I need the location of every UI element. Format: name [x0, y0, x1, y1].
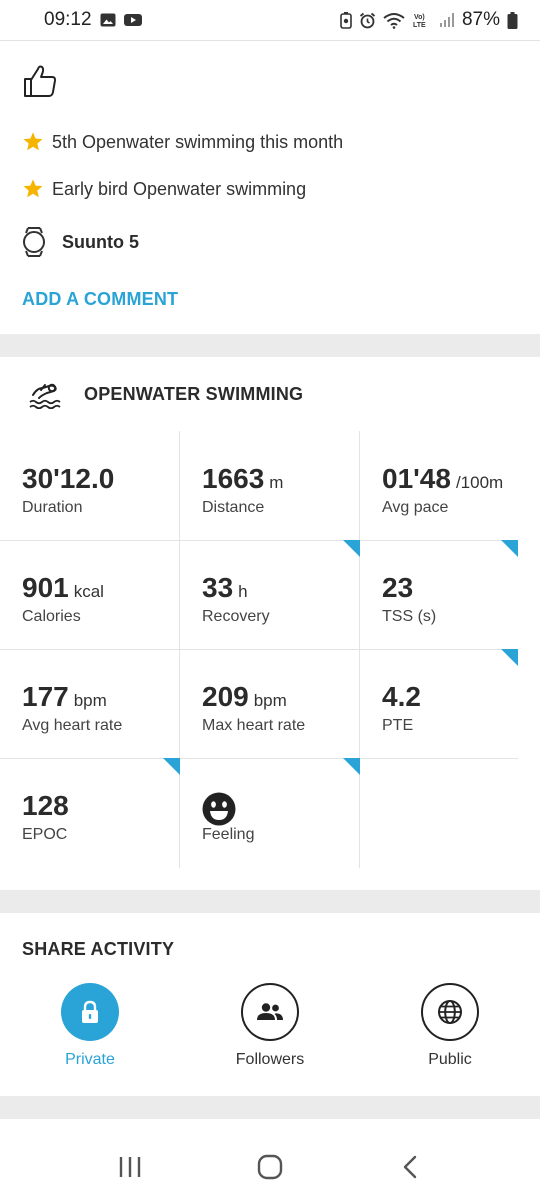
stat-label: Avg pace: [382, 499, 449, 516]
activity-title: OPENWATER SWIMMING: [84, 383, 304, 404]
stat-unit: kcal: [73, 582, 104, 601]
share-private-circle[interactable]: [61, 983, 119, 1041]
battery-percent: 87%: [461, 9, 500, 30]
stat-epoc[interactable]: 128 EPOC: [0, 758, 180, 867]
stat-value: 128: [22, 790, 69, 821]
stat-label: Max heart rate: [202, 717, 306, 734]
stat-label: TSS (s): [382, 608, 437, 625]
stat-unit: m: [269, 473, 284, 492]
summary-card: 5th Openwater swimming this month Early …: [0, 40, 540, 334]
happy-face-icon: [202, 792, 236, 826]
recents-button[interactable]: [100, 1142, 160, 1192]
star-icon: [23, 179, 43, 198]
share-public-circle[interactable]: [421, 983, 479, 1041]
stat-label: PTE: [382, 717, 414, 734]
stat-avg-heart-rate[interactable]: 177 bpm Avg heart rate: [0, 649, 180, 758]
back-icon: [403, 1155, 417, 1178]
volte-icon: Vo)LTE: [413, 14, 426, 29]
device-info: Suunto 5: [22, 225, 139, 259]
stat-label: Calories: [22, 608, 81, 625]
alarm-icon: [359, 12, 376, 28]
stat-label: Avg heart rate: [22, 717, 123, 734]
stat-label: Distance: [202, 499, 265, 516]
battery-saver-icon: [340, 11, 352, 29]
lock-icon: [82, 1000, 98, 1023]
stat-value: 209: [202, 681, 249, 712]
stat-unit: /100m: [455, 473, 504, 492]
watch-icon: [23, 227, 45, 257]
status-time: 09:12: [44, 9, 92, 30]
share-private-label: Private: [65, 1051, 115, 1068]
share-card: SHARE ACTIVITY Private Followers Public: [0, 913, 540, 1096]
info-corner-marker: [501, 540, 518, 557]
stat-distance[interactable]: 1663 m Distance: [180, 431, 360, 540]
share-private-option[interactable]: Private: [30, 983, 150, 1069]
home-icon: [257, 1154, 283, 1179]
achievement-item: 5th Openwater swimming this month: [22, 131, 343, 153]
stat-feeling[interactable]: Feeling: [180, 758, 360, 867]
activity-card: OPENWATER SWIMMING 30'12.0 Duration 1663…: [0, 357, 540, 890]
svg-text:LTE: LTE: [413, 22, 426, 29]
wifi-icon: [383, 12, 405, 29]
stat-label: Feeling: [202, 826, 255, 843]
stat-recovery[interactable]: 33 h Recovery: [180, 540, 360, 649]
stat-unit: h: [238, 582, 248, 601]
stat-value: 177: [22, 681, 69, 712]
stat-value: 4.2: [382, 681, 421, 712]
thumbs-up-icon[interactable]: [22, 63, 58, 99]
stat-label: Recovery: [202, 608, 270, 625]
stat-value: 01'48: [382, 463, 451, 494]
recents-icon: [119, 1156, 141, 1177]
stat-pte[interactable]: 4.2 PTE: [360, 649, 518, 758]
add-comment-button[interactable]: ADD A COMMENT: [22, 289, 178, 310]
achievement-text: Early bird Openwater swimming: [52, 178, 307, 199]
people-icon: [257, 1003, 283, 1020]
share-public-label: Public: [428, 1051, 472, 1068]
share-followers-circle[interactable]: [241, 983, 299, 1041]
system-nav-bar: [0, 1133, 540, 1200]
share-public-option[interactable]: Public: [390, 983, 510, 1069]
info-corner-marker: [343, 758, 360, 775]
battery-icon: [507, 11, 518, 29]
achievement-item: Early bird Openwater swimming: [22, 178, 306, 200]
signal-icon: [439, 13, 454, 27]
stat-calories[interactable]: 901 kcal Calories: [0, 540, 180, 649]
stat-unit: bpm: [253, 691, 287, 710]
activity-header: OPENWATER SWIMMING: [28, 379, 303, 409]
star-icon: [23, 132, 43, 151]
achievement-text: 5th Openwater swimming this month: [52, 131, 344, 152]
info-corner-marker: [501, 649, 518, 666]
device-name: Suunto 5: [62, 231, 139, 252]
youtube-icon: [123, 14, 142, 26]
stat-duration[interactable]: 30'12.0 Duration: [0, 431, 180, 540]
stat-label: EPOC: [22, 826, 68, 843]
info-corner-marker: [343, 540, 360, 557]
info-corner-marker: [163, 758, 180, 775]
openwater-swimming-icon: [29, 383, 61, 409]
back-button[interactable]: [380, 1142, 440, 1192]
share-title: SHARE ACTIVITY: [22, 939, 175, 959]
stat-value: 901: [22, 572, 69, 603]
share-followers-label: Followers: [235, 1051, 305, 1068]
stat-value: 33: [202, 572, 234, 603]
svg-text:Vo): Vo): [414, 14, 425, 21]
stat-max-heart-rate[interactable]: 209 bpm Max heart rate: [180, 649, 360, 758]
stat-tss[interactable]: 23 TSS (s): [360, 540, 518, 649]
stat-label: Duration: [22, 499, 83, 516]
gallery-icon: [100, 13, 116, 27]
stat-value: 30'12.0: [22, 463, 115, 494]
stat-value: 23: [382, 572, 414, 603]
stat-unit: bpm: [73, 691, 107, 710]
next-card-edge: [0, 1119, 540, 1133]
stat-value: 1663: [202, 463, 265, 494]
status-bar: 09:12 Vo) LTE 87%: [0, 0, 540, 40]
home-button[interactable]: [240, 1142, 300, 1192]
globe-icon: [438, 1000, 462, 1024]
stat-avg-pace[interactable]: 01'48/100m Avg pace: [360, 431, 540, 540]
share-followers-option[interactable]: Followers: [210, 983, 330, 1069]
